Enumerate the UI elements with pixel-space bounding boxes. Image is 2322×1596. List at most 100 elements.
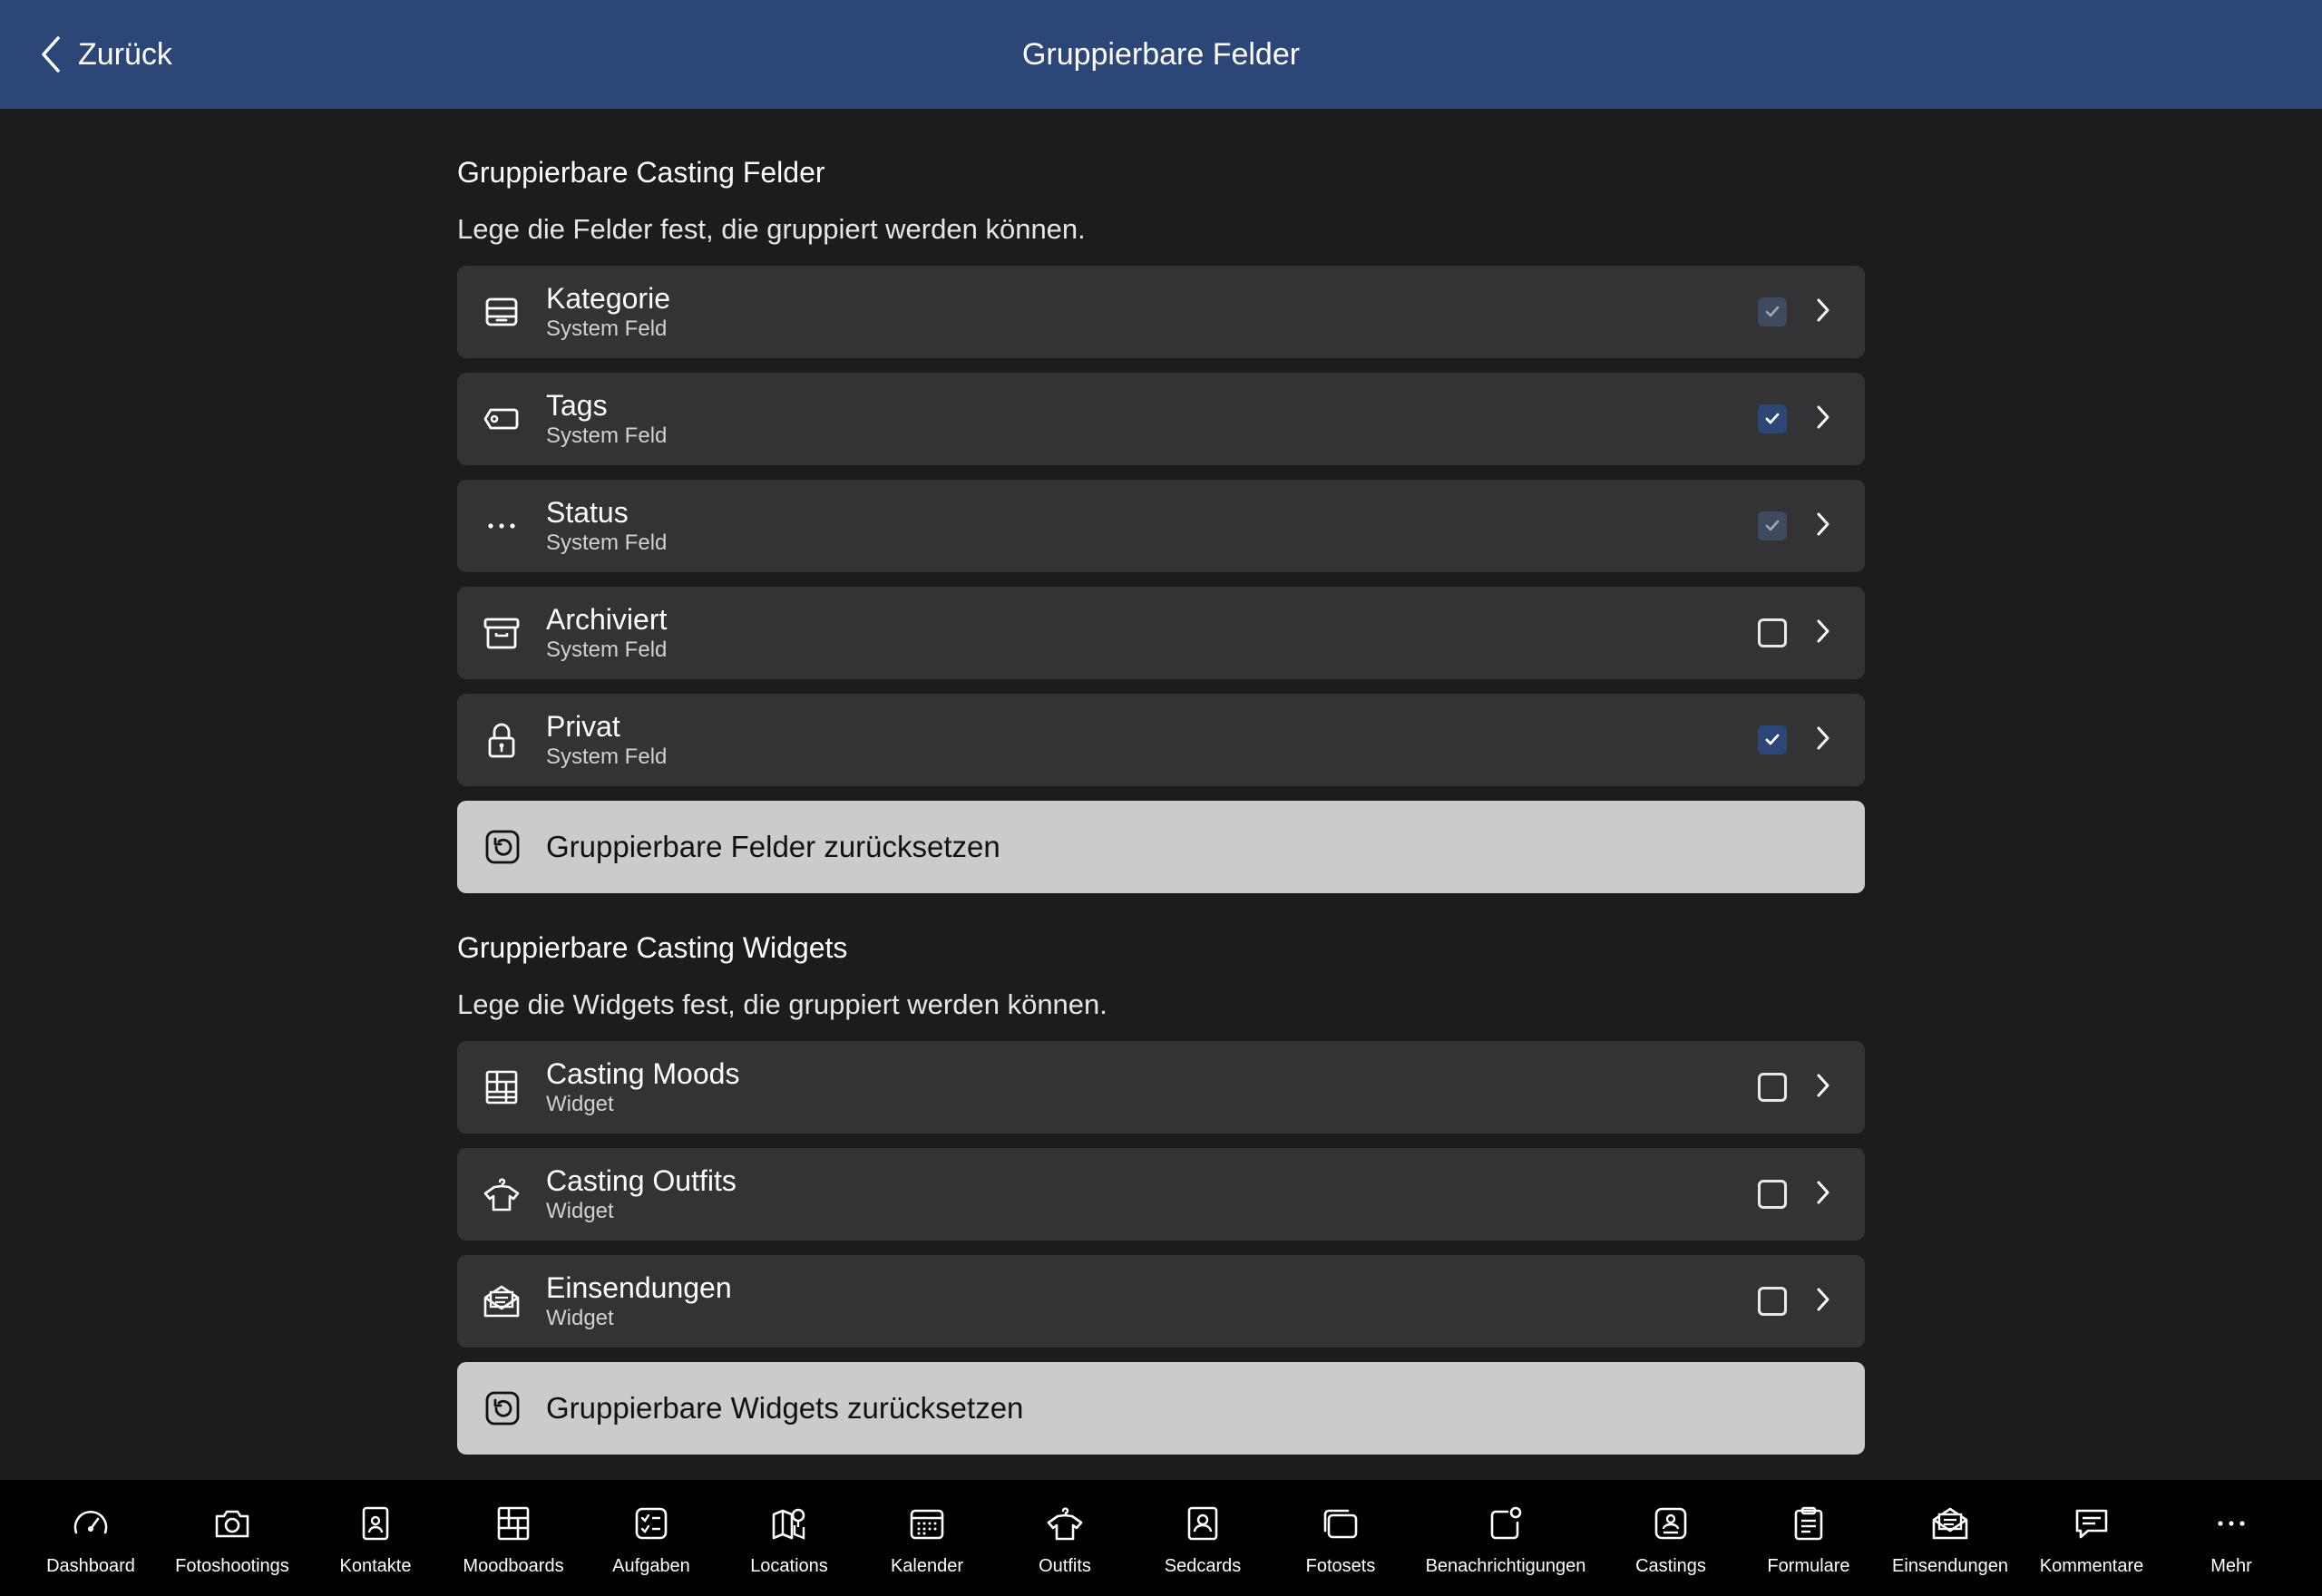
tab-bar: Dashboard Fotoshootings Kontakte Moodboa… (0, 1480, 2322, 1596)
widget-subtitle: Widget (546, 1092, 614, 1116)
notification-icon (1490, 1506, 1522, 1539)
field-name: Tags (546, 389, 608, 422)
widget-name: Einsendungen (546, 1271, 732, 1304)
reset-widgets-label: Gruppierbare Widgets zurücksetzen (546, 1391, 1024, 1425)
back-button[interactable]: Zurück (36, 0, 172, 109)
field-checkbox-status[interactable] (1758, 511, 1787, 540)
field-checkbox-tags[interactable] (1758, 404, 1787, 433)
chevron-right-icon (1814, 1072, 1832, 1104)
page-title: Gruppierbare Felder (1021, 36, 1301, 72)
field-row-tags[interactable]: Tags System Feld (457, 373, 1865, 465)
field-checkbox-archiviert[interactable] (1758, 618, 1787, 647)
widget-name: Casting Outfits (546, 1164, 737, 1197)
reset-icon (485, 1391, 520, 1426)
moodboard-grid-icon (481, 1066, 522, 1108)
calendar-icon (910, 1509, 944, 1539)
field-name: Privat (546, 710, 620, 743)
tab-label: Kommentare (2039, 1555, 2144, 1576)
tab-label: Fotoshootings (175, 1555, 289, 1576)
shirt-hanger-icon (1047, 1506, 1083, 1540)
chevron-right-icon (1814, 404, 1832, 435)
widget-checkbox-casting-outfits[interactable] (1758, 1180, 1787, 1209)
clipboard-form-icon (1794, 1506, 1823, 1540)
reset-fields-button[interactable]: Gruppierbare Felder zurücksetzen (457, 801, 1865, 893)
field-row-kategorie[interactable]: Kategorie System Feld (457, 266, 1865, 358)
tab-label: Locations (750, 1555, 828, 1576)
field-row-privat[interactable]: Privat System Feld (457, 694, 1865, 786)
field-subtitle: System Feld (546, 423, 668, 448)
tab-label: Kalender (890, 1555, 964, 1576)
widget-subtitle: Widget (546, 1306, 614, 1330)
reset-fields-label: Gruppierbare Felder zurücksetzen (546, 830, 1000, 863)
chevron-right-icon (1814, 511, 1832, 542)
widget-row-einsendungen[interactable]: Einsendungen Widget (457, 1255, 1865, 1348)
field-row-status[interactable]: Status System Feld (457, 480, 1865, 572)
checkmark-icon (1765, 520, 1780, 531)
reset-icon (485, 830, 520, 864)
speedometer-icon (73, 1510, 108, 1533)
field-name: Archiviert (546, 603, 668, 636)
field-name: Status (546, 496, 629, 529)
fields-list: Kategorie System Feld Tags System Feld S… (457, 266, 1865, 786)
ellipsis-icon (481, 505, 522, 547)
tab-label: Moodboards (463, 1555, 564, 1576)
chevron-right-icon (1814, 1179, 1832, 1211)
widgets-section-description: Lege die Widgets fest, die gruppiert wer… (457, 988, 1107, 1020)
checkmark-icon (1765, 413, 1780, 424)
tag-icon (481, 398, 522, 440)
field-checkbox-privat[interactable] (1758, 725, 1787, 754)
fields-section-title: Gruppierbare Casting Felder (457, 156, 825, 189)
reset-widgets-button[interactable]: Gruppierbare Widgets zurücksetzen (457, 1362, 1865, 1455)
tab-benachrichtigungen[interactable]: Benachrichtigungen (1415, 1480, 1596, 1596)
more-dots-icon (2218, 1520, 2245, 1526)
tab-label: Fotosets (1305, 1555, 1376, 1576)
back-label: Zurück (78, 36, 172, 72)
widget-row-casting-outfits[interactable]: Casting Outfits Widget (457, 1148, 1865, 1241)
tray-icon (481, 291, 522, 333)
field-subtitle: System Feld (546, 316, 668, 341)
chevron-right-icon (1814, 297, 1832, 328)
shirt-hanger-icon (481, 1173, 522, 1215)
field-checkbox-kategorie[interactable] (1758, 297, 1787, 326)
tab-label: Mehr (2210, 1555, 2252, 1576)
person-card-icon (1187, 1506, 1218, 1540)
tab-label: Benachrichtigungen (1425, 1555, 1586, 1576)
contact-card-icon (362, 1506, 389, 1540)
field-subtitle: System Feld (546, 530, 668, 555)
widgets-list: Casting Moods Widget Casting Outfits Wid… (457, 1041, 1865, 1348)
tab-mehr[interactable]: Mehr (2141, 1480, 2322, 1596)
photo-stack-icon (1323, 1509, 1358, 1538)
field-subtitle: System Feld (546, 744, 668, 769)
map-pin-icon (772, 1508, 805, 1540)
tab-label: Dashboard (46, 1555, 135, 1576)
settings-content: Gruppierbare Casting Felder Lege die Fel… (457, 109, 1865, 1455)
envelope-open-icon (481, 1280, 522, 1322)
chevron-right-icon (1814, 618, 1832, 649)
widget-checkbox-casting-moods[interactable] (1758, 1073, 1787, 1102)
chevron-left-icon (42, 36, 60, 73)
fields-section-description: Lege die Felder fest, die gruppiert werd… (457, 213, 1086, 245)
field-subtitle: System Feld (546, 637, 668, 662)
chevron-right-icon (1814, 1286, 1832, 1318)
widget-row-casting-moods[interactable]: Casting Moods Widget (457, 1041, 1865, 1134)
tab-label: Outfits (1039, 1555, 1091, 1576)
envelope-open-icon (1932, 1507, 1968, 1539)
tab-label: Aufgaben (612, 1555, 690, 1576)
checkmark-icon (1765, 734, 1780, 745)
navigation-bar: Zurück Gruppierbare Felder (0, 0, 2322, 109)
archive-box-icon (481, 612, 522, 654)
checkmark-icon (1765, 306, 1780, 317)
tab-label: Castings (1635, 1555, 1706, 1576)
tab-label: Einsendungen (1892, 1555, 2008, 1576)
tab-label: Kontakte (339, 1555, 412, 1576)
widget-checkbox-einsendungen[interactable] (1758, 1287, 1787, 1316)
lock-icon (481, 719, 522, 761)
checklist-icon (635, 1507, 668, 1539)
camera-icon (215, 1510, 249, 1537)
tab-label: Formulare (1767, 1555, 1850, 1576)
widgets-section-title: Gruppierbare Casting Widgets (457, 931, 848, 964)
tab-fotosets[interactable]: Fotosets (1250, 1480, 1431, 1596)
field-row-archiviert[interactable]: Archiviert System Feld (457, 587, 1865, 679)
comment-bubble-icon (2075, 1509, 2108, 1538)
field-name: Kategorie (546, 282, 670, 315)
